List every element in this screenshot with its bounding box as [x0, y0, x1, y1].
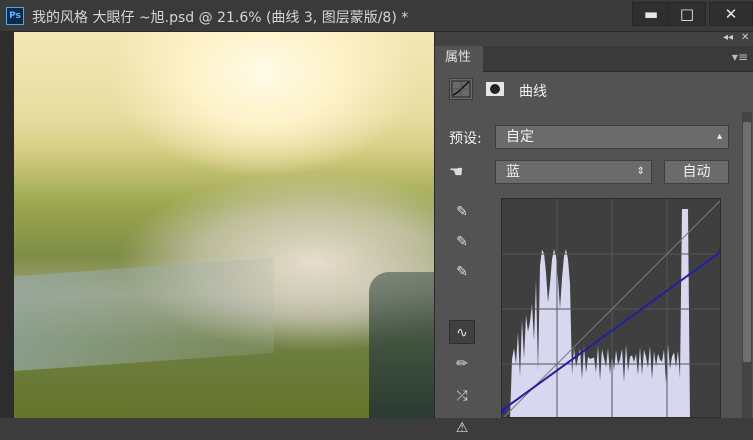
curves-graph[interactable]	[501, 198, 721, 418]
eyedropper-black-icon[interactable]: ✎	[449, 200, 475, 224]
collapse-panel-icon[interactable]: ◂◂	[723, 32, 733, 43]
curves-svg	[502, 199, 720, 417]
auto-button[interactable]: 自动	[664, 160, 729, 184]
minimize-button[interactable]: ▬	[632, 2, 670, 26]
properties-panel: ◂◂ ✕ 属性 ▾≡ 曲线 预设: 自定 ▴ ☚ 蓝 ⇕ 自动 ✎ ✎ ✎ ∿ ✏ ⤮	[434, 32, 753, 436]
toolbar-edge	[0, 32, 14, 418]
curve-control-point	[719, 247, 720, 254]
canvas-figure	[369, 272, 434, 418]
curve-control-point	[502, 407, 505, 414]
channel-value: 蓝	[506, 164, 520, 180]
panel-menu-icon[interactable]: ▾≡	[732, 50, 748, 64]
window-title-bar: Ps 我的风格 大眼仔 ~旭.psd @ 21.6% (曲线 3, 图层蒙版/8…	[0, 0, 753, 32]
maximize-button[interactable]: □	[668, 2, 706, 26]
preset-value: 自定	[506, 129, 534, 145]
targeted-adjust-hand-icon[interactable]: ☚	[449, 162, 475, 186]
curves-adjustment-icon[interactable]	[449, 78, 473, 100]
chevron-updown-icon: ⇕	[636, 166, 645, 177]
panel-top-strip: ◂◂ ✕	[435, 32, 753, 46]
eyedropper-gray-icon[interactable]: ✎	[449, 230, 475, 254]
adjustment-type-label: 曲线	[519, 84, 547, 100]
layer-mask-icon[interactable]	[483, 78, 507, 100]
curves-glyph-icon	[451, 80, 471, 98]
document-canvas[interactable]: 60	[14, 32, 434, 418]
tab-properties[interactable]: 属性	[435, 46, 483, 72]
close-button[interactable]: ✕	[709, 2, 753, 26]
panel-scrollbar[interactable]	[742, 112, 752, 418]
canvas-road	[14, 257, 274, 372]
preset-select[interactable]: 自定 ▴	[495, 125, 729, 149]
chevron-updown-icon: ▴	[716, 131, 722, 142]
eyedropper-white-icon[interactable]: ✎	[449, 260, 475, 284]
smooth-icon[interactable]: ⤮	[449, 384, 475, 408]
preset-label: 预设:	[449, 131, 482, 147]
panel-close-icon[interactable]: ✕	[741, 32, 749, 43]
scrollbar-thumb[interactable]	[743, 122, 751, 362]
channel-select[interactable]: 蓝 ⇕	[495, 160, 652, 184]
photoshop-logo-icon: Ps	[6, 7, 24, 25]
mask-glyph-icon	[486, 82, 504, 96]
document-title: 我的风格 大眼仔 ~旭.psd @ 21.6% (曲线 3, 图层蒙版/8) *	[32, 10, 409, 26]
panel-tabbar: 属性 ▾≡	[435, 46, 753, 72]
curve-edit-icon[interactable]: ∿	[449, 320, 475, 344]
clipping-warning-icon[interactable]: ⚠	[449, 416, 475, 440]
pencil-icon[interactable]: ✏	[449, 352, 475, 376]
